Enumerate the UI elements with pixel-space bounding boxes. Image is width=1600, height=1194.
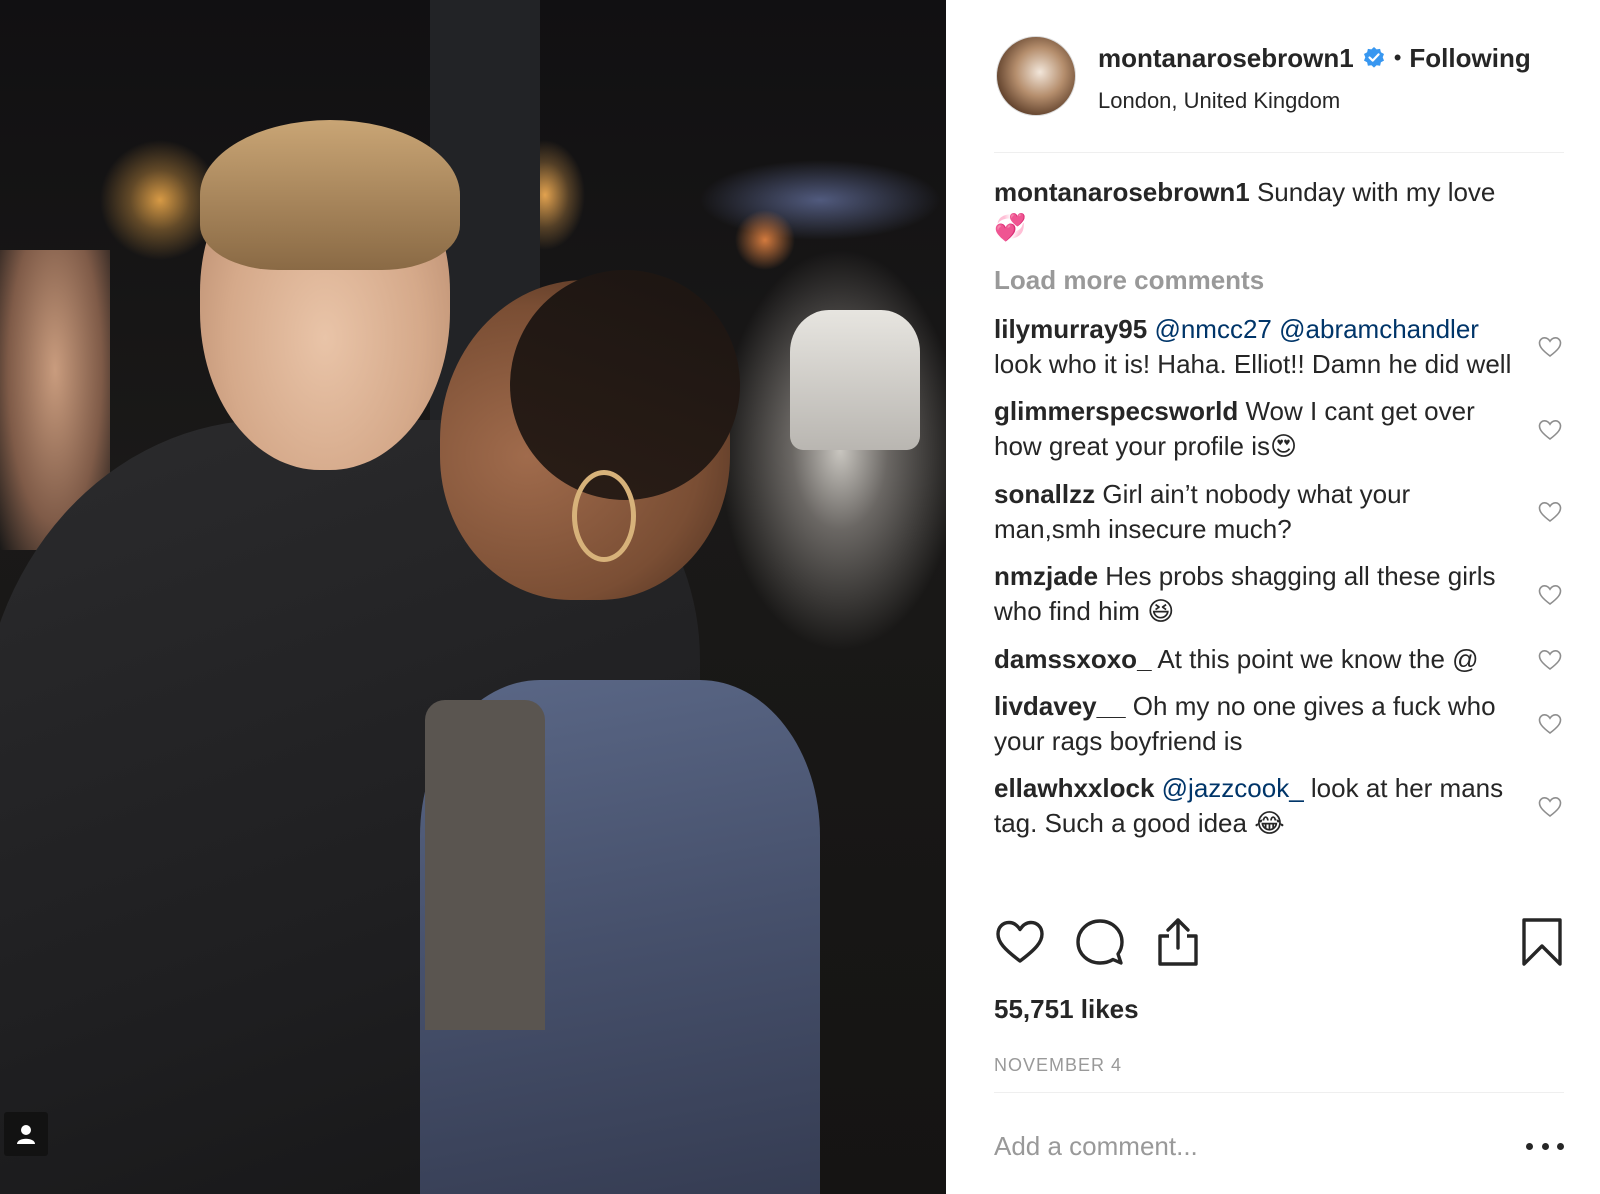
caption-emoji: 💞 <box>994 213 1027 243</box>
comment-mention[interactable]: @jazzcook_ <box>1162 773 1304 803</box>
post-caption: montanarosebrown1 Sunday with my love 💞 <box>994 175 1564 246</box>
man-hair <box>200 120 460 270</box>
hoop-earring <box>572 470 636 562</box>
small-heart-icon[interactable] <box>1538 419 1562 441</box>
tagged-people-button[interactable] <box>4 1112 48 1156</box>
small-heart-icon[interactable] <box>1538 649 1562 671</box>
small-heart-icon[interactable] <box>1538 501 1562 523</box>
small-heart-icon[interactable] <box>1538 584 1562 606</box>
comment-item: sonallzz Girl ain’t nobody what your man… <box>994 477 1564 547</box>
post-username[interactable]: montanarosebrown1 <box>1098 43 1354 74</box>
verified-badge-icon <box>1363 47 1384 68</box>
person-tag-icon <box>17 1125 35 1144</box>
share-upload-icon[interactable] <box>1152 916 1204 968</box>
comments-list[interactable]: montanarosebrown1 Sunday with my love 💞 … <box>994 175 1564 905</box>
action-bar <box>994 910 1564 974</box>
comment-username[interactable]: ellawhxxlock <box>994 773 1154 803</box>
comment-item: glimmerspecsworld Wow I cant get over ho… <box>994 394 1564 465</box>
comment-emoji: 😍 <box>1270 432 1298 462</box>
comment-item: damssxoxo_ At this point we know the @ <box>994 642 1564 677</box>
likes-count[interactable]: 55,751 likes <box>994 993 1139 1025</box>
comment-username[interactable]: damssxoxo_ <box>994 644 1152 674</box>
small-heart-icon[interactable] <box>1538 713 1562 735</box>
heart-outline-icon[interactable] <box>994 916 1046 968</box>
post-location[interactable]: London, United Kingdom <box>1098 86 1568 116</box>
post-date[interactable]: NOVEMBER 4 <box>994 1053 1122 1077</box>
following-button[interactable]: Following <box>1409 43 1530 74</box>
ellipsis-dot <box>1541 1142 1549 1150</box>
comment-item: ellawhxxlock @jazzcook_ look at her mans… <box>994 771 1564 842</box>
woman-hair <box>510 270 740 500</box>
background-person-white-jacket <box>790 310 920 450</box>
comment-text: look who it is! Haha. Elliot!! Damn he d… <box>994 349 1512 379</box>
comment-username[interactable]: livdavey__ <box>994 691 1126 721</box>
small-heart-icon[interactable] <box>1538 336 1562 358</box>
bookmark-icon[interactable] <box>1516 916 1568 968</box>
header-row: montanarosebrown1 • Following <box>1098 42 1568 74</box>
header-info: montanarosebrown1 • Following London, Un… <box>1098 42 1568 116</box>
comment-emoji: 😂 <box>1254 809 1285 839</box>
ellipsis-dot <box>1526 1142 1533 1150</box>
comment-item: nmzjade Hes probs shagging all these gir… <box>994 559 1564 630</box>
small-heart-icon[interactable] <box>1538 796 1562 818</box>
caption-text: Sunday with my love <box>1256 177 1496 207</box>
comment-username[interactable]: lilymurray95 <box>994 314 1147 344</box>
comment-item: livdavey__ Oh my no one gives a fuck who… <box>994 689 1564 759</box>
speech-bubble-icon[interactable] <box>1074 916 1126 968</box>
load-more-comments-button[interactable]: Load more comments <box>994 260 1564 300</box>
comment-emoji: 😆 <box>1147 597 1175 627</box>
ellipsis-dot <box>1557 1142 1564 1150</box>
add-comment-input[interactable] <box>994 1124 1494 1168</box>
post-photo[interactable] <box>0 0 946 1194</box>
avatar[interactable] <box>996 36 1076 116</box>
comment-mention[interactable]: @abramchandler <box>1279 314 1479 344</box>
divider <box>994 1092 1564 1093</box>
comment-username[interactable]: glimmerspecsworld <box>994 396 1238 426</box>
comment-text: At this point we know the @ <box>1157 644 1479 674</box>
caption-username[interactable]: montanarosebrown1 <box>994 177 1250 207</box>
header-separator: • <box>1393 45 1402 70</box>
comment-item: lilymurray95 @nmcc27 @abramchandler look… <box>994 312 1564 382</box>
comment-username[interactable]: sonallzz <box>994 479 1095 509</box>
post-side-panel: montanarosebrown1 • Following London, Un… <box>946 0 1600 1194</box>
post-header: montanarosebrown1 • Following London, Un… <box>994 36 1564 153</box>
ellipsis-icon[interactable] <box>1526 1136 1564 1156</box>
woman-top <box>425 700 545 1030</box>
comment-username[interactable]: nmzjade <box>994 561 1098 591</box>
comment-mention[interactable]: @nmcc27 <box>1154 314 1271 344</box>
